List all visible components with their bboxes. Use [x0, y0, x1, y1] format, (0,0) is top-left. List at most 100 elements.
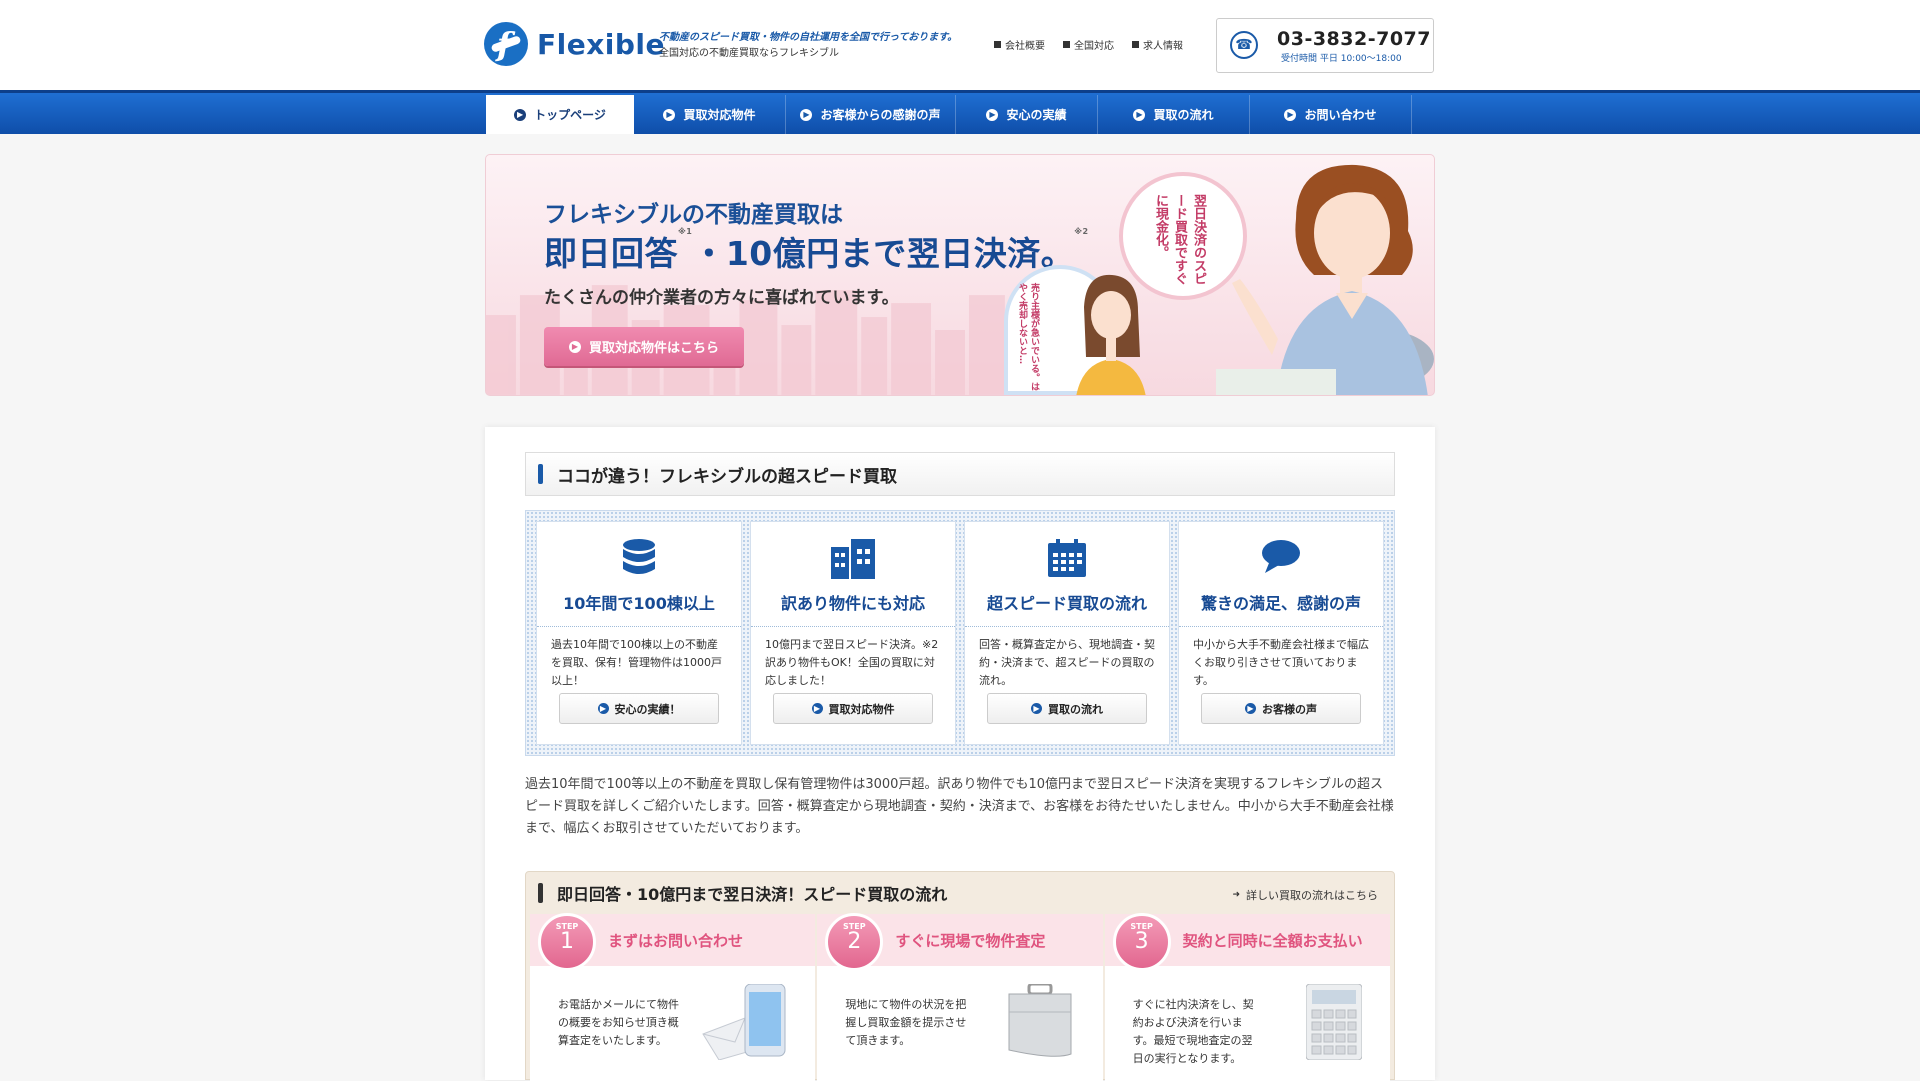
feature-card-customer-voices: 驚きの満足、感謝の声 中小から大手不動産会社様まで幅広くお取り引きさせて頂いてお…: [1178, 521, 1384, 745]
hero-subline: たくさんの仲介業者の方々に喜ばれています。: [544, 288, 899, 308]
hero-headline-part-b: ・10億円まで翌日決済。: [692, 234, 1075, 273]
step-number: 1: [560, 929, 574, 954]
util-link-company[interactable]: 会社概要: [994, 37, 1045, 52]
footnote-1: ※1: [678, 227, 693, 236]
nav-track-record[interactable]: ▶ 安心の実績: [956, 95, 1098, 134]
feature-button-label: お客様の声: [1262, 702, 1317, 716]
business-woman-illustration: [1216, 164, 1434, 395]
arrow-right-icon: ▶: [1133, 108, 1146, 121]
square-bullet-icon: [1132, 41, 1139, 48]
title-accent-bar: [538, 464, 543, 484]
features-section-header: ココが違う！フレキシブルの超スピード買取: [525, 452, 1395, 496]
feature-description: 10億円まで翌日スピード決済。※2訳あり物件もOK！全国の買取に対応しました！: [765, 638, 939, 687]
nav-customer-voices[interactable]: ▶ お客様からの感謝の声: [786, 95, 956, 134]
hero-cta-label: 買取対応物件はこちら: [588, 341, 719, 356]
nav-purchase-flow[interactable]: ▶ 買取の流れ: [1098, 95, 1250, 134]
flow-link-label: 詳しい買取の流れはこちら: [1246, 889, 1378, 902]
arrow-right-icon: ➜: [1232, 890, 1240, 900]
feature-button-track-record[interactable]: ▶ 安心の実績！: [559, 693, 719, 724]
step-description: お電話かメールにて物件の概要をお知らせ頂き概算査定をいたします。: [558, 998, 679, 1047]
feature-button-label: 買取の流れ: [1048, 702, 1103, 716]
building-icon: [831, 539, 875, 579]
feature-title: 驚きの満足、感謝の声: [1200, 594, 1361, 613]
util-link-label: 求人情報: [1143, 41, 1183, 52]
feature-card-track-record: 10年間で100棟以上 過去10年間で100棟以上の不動産を買取、保有！管理物件…: [536, 521, 742, 745]
util-link-recruit[interactable]: 求人情報: [1132, 37, 1183, 52]
feature-description: 中小から大手不動産会社様まで幅広くお取り引きさせて頂いております。: [1193, 638, 1369, 687]
database-icon: [623, 539, 655, 574]
bubble-seller-text: 売り主様が急いでいる。はやく売却しないと…: [1017, 283, 1039, 391]
nav-label: お客様からの感謝の声: [820, 108, 941, 122]
header-tagline: 不動産のスピード買取・物件の自社運用を全国で行っております。 全国対応の不動産買…: [659, 30, 957, 62]
phone-number: 03-3832-7077: [1277, 28, 1431, 50]
util-link-nationwide[interactable]: 全国対応: [1063, 37, 1114, 52]
utility-nav: 会社概要 全国対応 求人情報: [994, 37, 1183, 52]
nav-label: 買取の流れ: [1153, 108, 1214, 122]
feature-button-voices[interactable]: ▶ お客様の声: [1201, 693, 1361, 724]
feature-cards: 10年間で100棟以上 過去10年間で100棟以上の不動産を買取、保有！管理物件…: [525, 510, 1395, 756]
step-card-2: STEP 2 すぐに現場で物件査定 現地にて物件の状況を把握し買取金額を提示させて…: [817, 913, 1103, 1081]
nav-top-page[interactable]: ▶ トップページ: [486, 95, 634, 134]
step-number: 2: [847, 929, 862, 954]
calculator-icon: [1305, 984, 1362, 1060]
intro-paragraph: 過去10年間で100等以上の不動産を買取し保有管理物件は3000戸超。訳あり物件…: [525, 777, 1394, 836]
nav-label: 安心の実績: [1006, 108, 1067, 122]
step-badge: STEP 3: [1112, 913, 1171, 971]
step-number: 3: [1134, 929, 1149, 954]
square-bullet-icon: [1063, 41, 1070, 48]
nav-contact[interactable]: ▶ お問い合わせ: [1250, 95, 1412, 134]
footnote-2: ※2: [1074, 227, 1089, 236]
nav-purchase-properties[interactable]: ▶ 買取対応物件: [634, 95, 786, 134]
feature-title: 訳あり物件にも対応: [780, 594, 925, 613]
feature-button-label: 買取対応物件: [828, 702, 895, 716]
site-header: Flexible 不動産のスピード買取・物件の自社運用を全国で行っております。 …: [0, 0, 1920, 90]
hero-headline-part-a: 即日回答: [544, 234, 678, 273]
step-title: 契約と同時に全額お支払い: [1182, 932, 1363, 950]
hero-headline-line2: 即日回答※1・10億円まで翌日決済。※2: [544, 227, 1089, 275]
hero-headline-line1: フレキシブルの不動産買取は: [544, 202, 843, 228]
step-badge: STEP 2: [825, 913, 884, 971]
phone-and-mail-icon: [702, 984, 786, 1060]
arrow-right-icon: ▶: [1031, 703, 1042, 714]
phone-icon: ☎: [1230, 31, 1258, 59]
arrow-right-icon: ▶: [986, 108, 999, 121]
features-section-title: ココが違う！フレキシブルの超スピード買取: [557, 466, 897, 487]
tagline-primary: 不動産のスピード買取・物件の自社運用を全国で行っております。: [659, 32, 958, 43]
logo-text: Flexible: [537, 27, 666, 61]
nav-label: 買取対応物件: [683, 108, 756, 122]
arrow-right-icon: ▶: [568, 340, 581, 353]
feature-title: 超スピード買取の流れ: [986, 594, 1147, 613]
arrow-right-icon: ▶: [514, 108, 527, 121]
feature-description: 回答・概算査定から、現地調査・契約・決済まで、超スピードの買取の流れ。: [979, 638, 1155, 687]
feature-button-label: 安心の実績！: [614, 702, 681, 716]
calendar-icon: [1048, 539, 1086, 577]
nav-label: お問い合わせ: [1304, 108, 1377, 122]
step-badge: STEP 1: [538, 913, 596, 971]
site-logo[interactable]: Flexible: [484, 22, 665, 66]
step-title: まずはお問い合わせ: [608, 932, 744, 950]
arrow-right-icon: ▶: [811, 703, 823, 714]
flow-section-title: 即日回答・10億円まで翌日決済！スピード買取の流れ: [557, 885, 948, 904]
hero-cta-button[interactable]: ▶ 買取対応物件はこちら: [544, 327, 744, 366]
step-title: すぐに現場で物件査定: [895, 932, 1046, 950]
global-nav: ▶ トップページ ▶ 買取対応物件 ▶ お客様からの感謝の声 ▶ 安心の実績 ▶ 買取の流…: [0, 90, 1920, 134]
feature-card-speed-flow: 超スピード買取の流れ 回答・概算査定から、現地調査・契約・決済まで、超スピードの…: [964, 521, 1170, 745]
util-link-label: 全国対応: [1074, 41, 1114, 52]
step-card-3: STEP 3 契約と同時に全額お支払い すぐに社内決済をし、契約および決済を行いま…: [1104, 913, 1390, 1081]
feature-button-flow[interactable]: ▶ 買取の流れ: [987, 693, 1147, 724]
title-accent-bar: [538, 883, 543, 903]
feature-button-properties[interactable]: ▶ 買取対応物件: [773, 693, 933, 724]
arrow-right-icon: ▶: [1284, 108, 1297, 121]
arrow-right-icon: ▶: [1245, 703, 1256, 714]
briefcase-icon: [1008, 984, 1072, 1057]
chat-icon: [1262, 540, 1300, 573]
step-card-1: STEP 1 まずはお問い合わせ お電話かメールにて物件の概要をお知らせ頂き概算査…: [530, 913, 816, 1081]
phone-hours: 受付時間 平日 10:00～18:00: [1281, 54, 1402, 64]
purchase-flow-section: 即日回答・10億円まで翌日決済！スピード買取の流れ ➜ 詳しい買取の流れはこちら …: [525, 871, 1395, 1081]
feature-title: 10年間で100棟以上: [563, 594, 715, 613]
step-description: すぐに社内決済をし、契約および決済を行います。最短で現地査定の翌日の実行となりま…: [1132, 998, 1254, 1065]
arrow-right-icon: ▶: [800, 108, 813, 121]
nav-label: トップページ: [534, 108, 606, 122]
phone-contact-box[interactable]: ☎ 03-3832-7077 受付時間 平日 10:00～18:00: [1216, 18, 1434, 73]
flow-details-link[interactable]: ➜ 詳しい買取の流れはこちら: [1232, 887, 1378, 903]
